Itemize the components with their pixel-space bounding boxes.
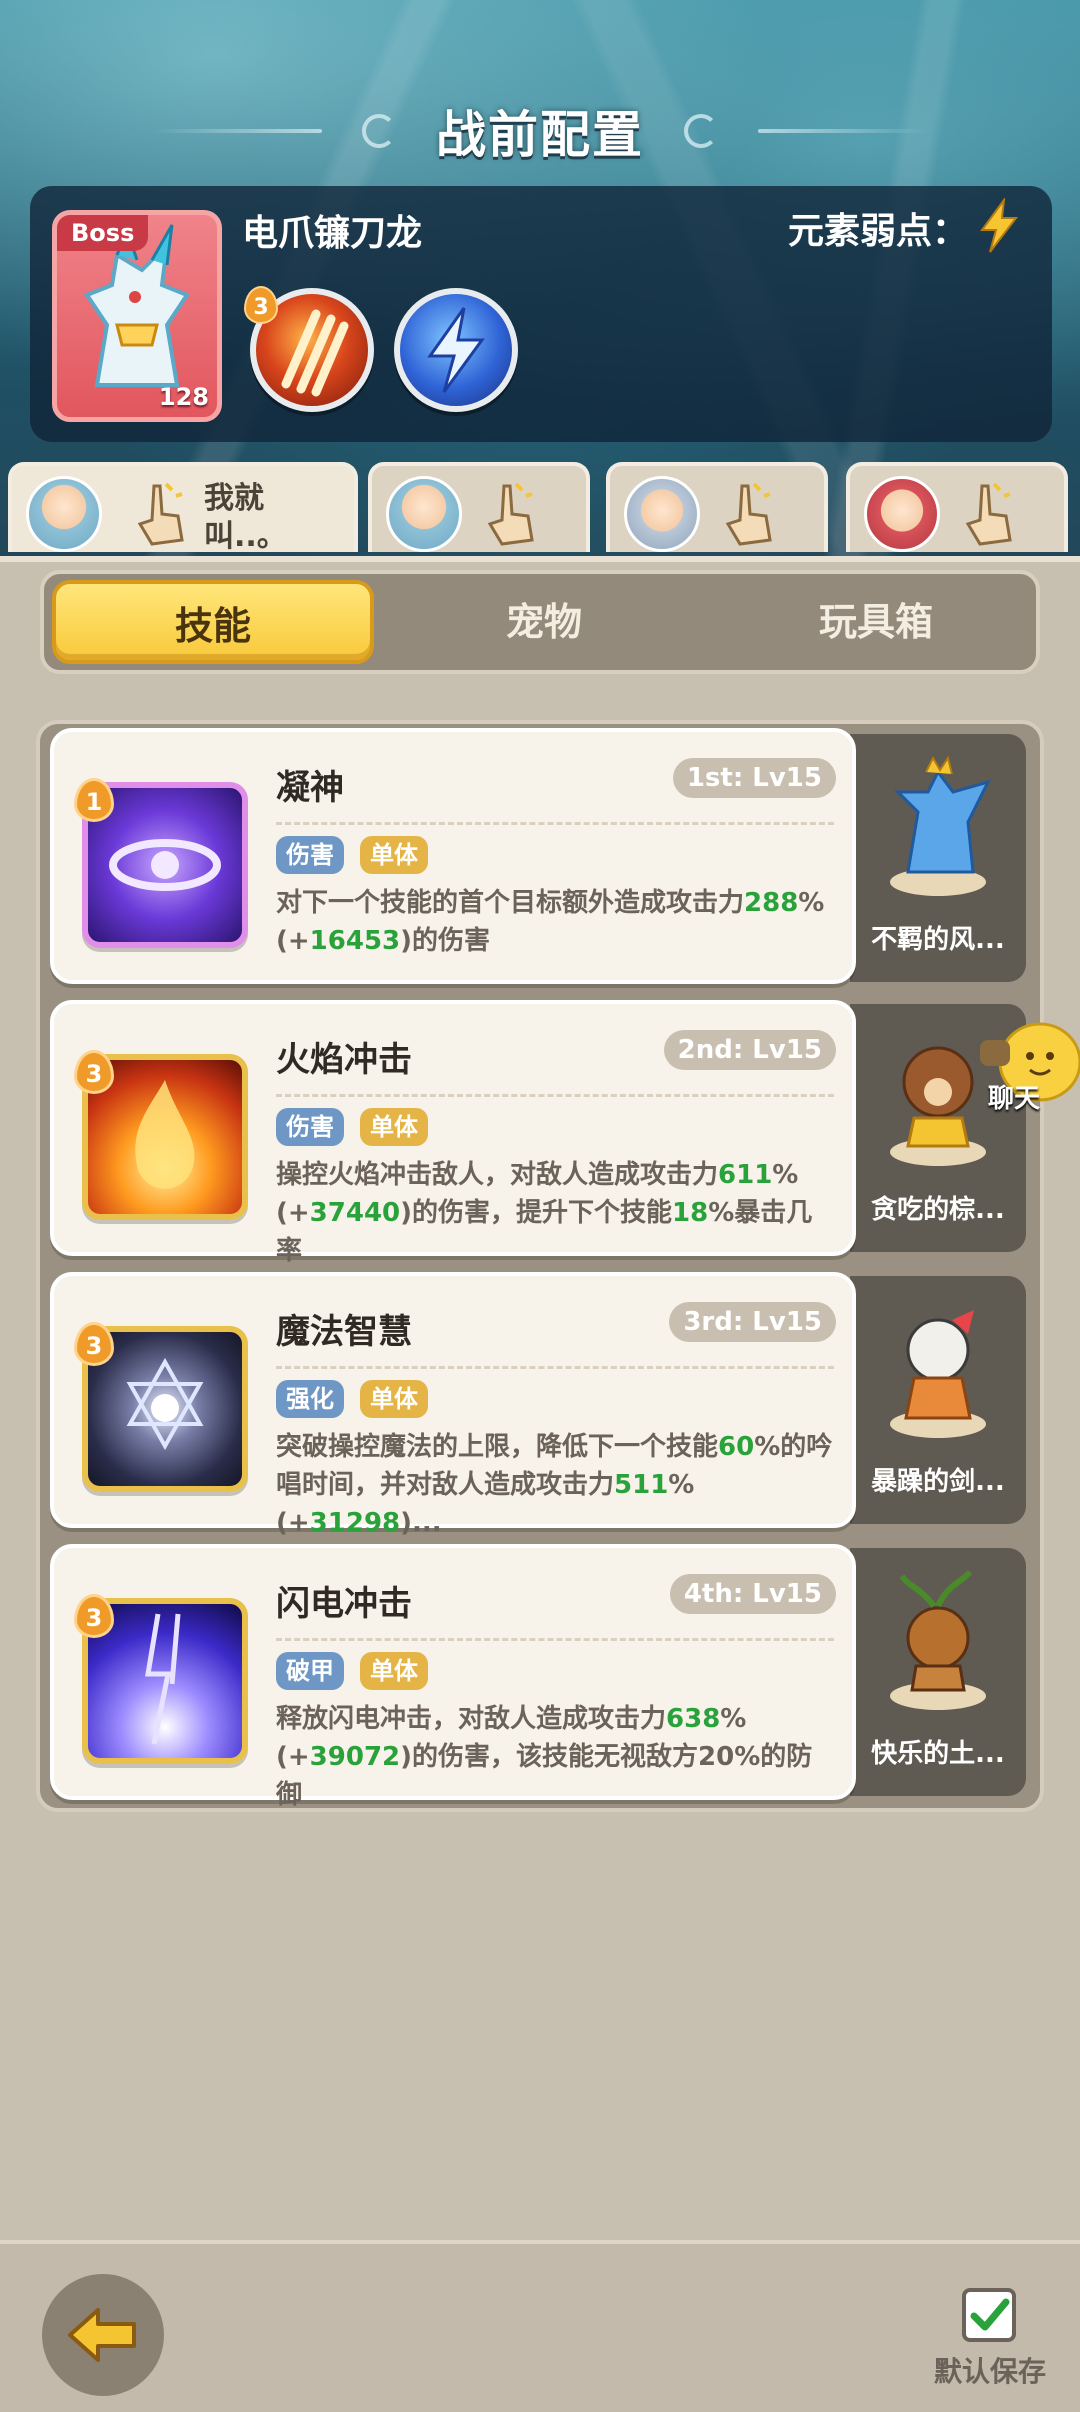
title-decoration-right xyxy=(758,129,928,133)
divider xyxy=(276,822,834,825)
back-arrow-icon xyxy=(68,2308,136,2362)
skill-level: 3rd: Lv15 xyxy=(669,1302,836,1342)
lightning-icon xyxy=(427,307,485,393)
swirl-icon xyxy=(362,114,396,148)
boss-portrait[interactable]: Boss 128 xyxy=(52,210,222,422)
skill-rank-badge: 3 xyxy=(74,1594,114,1638)
skill-description: 操控火焰冲击敌人，对敌人造成攻击力611%(+37440)的伤害，提升下个技能1… xyxy=(276,1160,813,1266)
pet-beaver-icon xyxy=(890,1569,986,1710)
skill-card-1[interactable]: 1 凝神 1st: Lv15 伤害 单体 对下一个技能的首个目标额外造成攻击力2… xyxy=(50,728,856,984)
back-button[interactable] xyxy=(42,2274,164,2396)
skill-name: 闪电冲击 xyxy=(276,1584,412,1624)
divider xyxy=(276,1366,834,1369)
tap-hand-icon xyxy=(137,482,184,546)
pet-slot-1[interactable]: 不羁的风... xyxy=(850,734,1026,982)
skill-tag: 单体 xyxy=(360,836,428,874)
skill-tag: 单体 xyxy=(360,1380,428,1418)
boss-skill-rank-badge: 3 xyxy=(244,286,278,324)
swirl-icon xyxy=(684,114,718,148)
tap-hand-icon xyxy=(725,482,772,546)
skill-name: 火焰冲击 xyxy=(276,1040,412,1080)
team-tab-3[interactable] xyxy=(606,462,828,552)
weakness-label: 元素弱点： xyxy=(787,211,968,252)
tab-toybox[interactable]: 玩具箱 xyxy=(710,574,1042,670)
skill-tag: 伤害 xyxy=(276,836,344,874)
boss-panel: Boss 128 电爪镰刀龙 元素弱点： xyxy=(30,186,1052,442)
avatar xyxy=(386,476,462,552)
pet-name: 不羁的风... xyxy=(871,925,1005,955)
checkmark-icon xyxy=(970,2298,1010,2331)
default-save-label: 默认保存 xyxy=(934,2355,1047,2388)
pet-name: 暴躁的剑... xyxy=(871,1467,1005,1497)
lightning-icon xyxy=(980,198,1019,253)
tab-skills[interactable]: 技能 xyxy=(52,580,374,664)
page-title: 战前配置 xyxy=(436,106,644,164)
default-save-checkbox[interactable] xyxy=(962,2288,1016,2342)
skill-name: 凝神 xyxy=(276,768,344,808)
team-tab-1[interactable]: 我就叫..。 xyxy=(8,462,358,554)
skill-card-4[interactable]: 3 闪电冲击 4th: Lv15 破甲 单体 释放闪电冲击，对敌人造成攻击力63… xyxy=(50,1544,856,1810)
chat-label[interactable]: 聊天 xyxy=(988,1078,1040,1115)
skill-tag: 强化 xyxy=(276,1380,344,1418)
skill-description: 对下一个技能的首个目标额外造成攻击力288%(+16453)的伤害 xyxy=(276,888,825,956)
boss-level: 128 xyxy=(158,383,209,411)
skill-name: 魔法智慧 xyxy=(276,1312,412,1352)
boss-tag: Boss xyxy=(57,215,149,251)
skill-tag: 伤害 xyxy=(276,1108,344,1146)
divider xyxy=(276,1094,834,1097)
pet-slot-3[interactable]: 暴躁的剑... xyxy=(850,1276,1026,1524)
skill-tag: 单体 xyxy=(360,1108,428,1146)
pet-slot-4[interactable]: 快乐的土... xyxy=(850,1548,1026,1796)
avatar xyxy=(624,476,700,552)
skill-card-2[interactable]: 3 火焰冲击 2nd: Lv15 伤害 单体 操控火焰冲击敌人，对敌人造成攻击力… xyxy=(50,1000,856,1266)
skill-rank-badge: 1 xyxy=(74,778,114,822)
tab-pets[interactable]: 宠物 xyxy=(378,574,710,670)
skill-level: 2nd: Lv15 xyxy=(663,1030,836,1070)
skill-level: 4th: Lv15 xyxy=(669,1574,836,1614)
pet-dragon-icon xyxy=(890,755,991,896)
pet-name: 贪吃的棕... xyxy=(871,1195,1005,1225)
boss-name: 电爪镰刀龙 xyxy=(242,213,423,254)
skill-rank-badge: 3 xyxy=(74,1050,114,1094)
skill-level: 1st: Lv15 xyxy=(672,758,836,798)
pet-cat-icon xyxy=(890,1310,986,1438)
skill-description: 突破操控魔法的上限，降低下一个技能60%的吟唱时间，并对敌人造成攻击力511%(… xyxy=(276,1432,833,1538)
avatar xyxy=(26,476,102,552)
skill-tag: 单体 xyxy=(360,1652,428,1690)
pet-name: 快乐的土... xyxy=(871,1739,1005,1769)
skill-description: 释放闪电冲击，对敌人造成攻击力638%(+39072)的伤害，该技能无视敌方20… xyxy=(276,1704,813,1810)
tap-hand-icon xyxy=(965,482,1012,546)
team-tab-2[interactable] xyxy=(368,462,590,552)
team-tab-4[interactable] xyxy=(846,462,1068,552)
skill-rank-badge: 3 xyxy=(74,1322,114,1366)
skill-card-3[interactable]: 3 魔法智慧 3rd: Lv15 强化 单体 突破操控魔法的上限，降低下一个技能… xyxy=(50,1272,856,1538)
title-bar: 战前配置 xyxy=(0,96,1080,166)
boss-skill-lightning[interactable] xyxy=(394,288,518,412)
avatar xyxy=(864,476,940,552)
segment-tabs: 技能 宠物 玩具箱 xyxy=(40,570,1040,674)
skill-tag: 破甲 xyxy=(276,1652,344,1690)
title-decoration-left xyxy=(152,129,322,133)
divider xyxy=(276,1638,834,1641)
tap-hand-icon xyxy=(487,482,534,546)
team-tab-name: 我就叫..。 xyxy=(204,481,287,554)
